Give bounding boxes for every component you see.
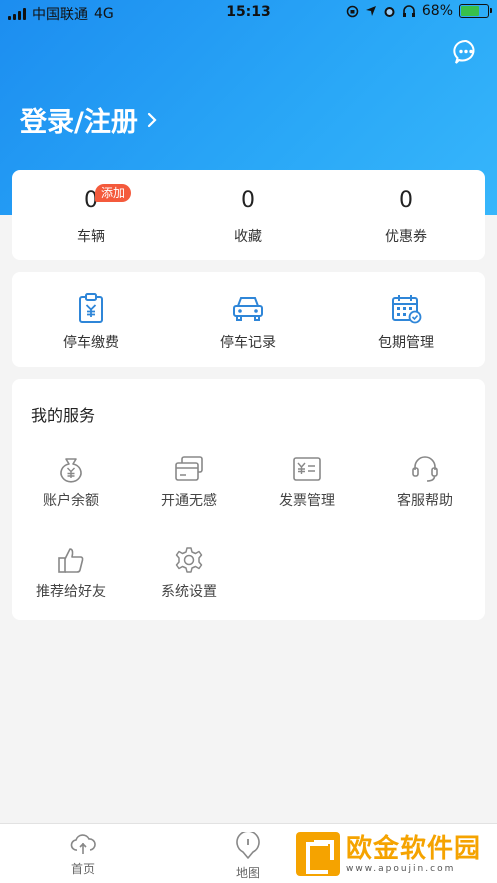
services-title: 我的服务 xyxy=(31,406,96,425)
battery-percent: 68% xyxy=(421,3,453,19)
lock-rotation-icon xyxy=(346,5,359,17)
login-register-link[interactable]: 登录/注册 xyxy=(20,100,158,139)
battery-icon xyxy=(459,4,492,18)
invoice-icon xyxy=(293,457,321,481)
status-bar: 中国联通 4G 15:13 68% xyxy=(0,0,497,26)
headphones-icon xyxy=(402,4,415,17)
stat-value: 0 xyxy=(241,188,255,213)
card-icon xyxy=(175,456,203,481)
quick-action-subscription[interactable]: 包期管理 xyxy=(346,292,466,352)
home-icon xyxy=(70,834,96,854)
service-invoice-management[interactable]: 发票管理 xyxy=(252,454,362,510)
map-pin-icon xyxy=(236,832,260,859)
watermark: 欧金软件园 www.apoujin.com xyxy=(296,829,492,879)
my-services-card: 我的服务 账户余额 开通无感 发票管理 客服帮助 推荐给好友 系统设置 xyxy=(12,379,485,620)
gear-icon xyxy=(175,547,203,573)
watermark-url: www.apoujin.com xyxy=(346,864,456,874)
stat-coupons[interactable]: 0 优惠券 xyxy=(346,186,466,246)
service-label: 推荐给好友 xyxy=(36,584,106,600)
service-label: 开通无感 xyxy=(161,493,217,509)
stat-label: 优惠券 xyxy=(385,229,427,245)
service-label: 系统设置 xyxy=(161,584,217,600)
quick-action-label: 包期管理 xyxy=(378,335,434,351)
service-label: 发票管理 xyxy=(279,493,335,509)
login-label: 登录/注册 xyxy=(20,107,138,138)
service-system-settings[interactable]: 系统设置 xyxy=(134,545,244,601)
parking-fee-icon xyxy=(79,293,103,323)
quick-action-parking-fee[interactable]: 停车缴费 xyxy=(31,292,151,352)
alarm-icon xyxy=(384,6,395,17)
headset-icon xyxy=(412,456,438,482)
service-recommend-friend[interactable]: 推荐给好友 xyxy=(16,545,126,601)
stat-label: 收藏 xyxy=(234,229,262,245)
service-open-seamless[interactable]: 开通无感 xyxy=(134,454,244,510)
service-label: 账户余额 xyxy=(43,493,99,509)
chat-bubble-icon[interactable] xyxy=(452,38,480,66)
stat-label: 车辆 xyxy=(77,229,105,245)
money-bag-icon xyxy=(60,458,82,483)
stat-favorites[interactable]: 0 收藏 xyxy=(188,186,308,246)
service-label: 客服帮助 xyxy=(397,493,453,509)
tab-label: 首页 xyxy=(70,862,95,876)
watermark-logo xyxy=(296,832,340,876)
quick-action-parking-records[interactable]: 停车记录 xyxy=(188,292,308,352)
tab-map[interactable]: 地图 xyxy=(208,832,288,881)
add-vehicle-badge[interactable]: 添加 xyxy=(95,184,132,202)
service-customer-help[interactable]: 客服帮助 xyxy=(370,454,480,510)
service-account-balance[interactable]: 账户余额 xyxy=(16,454,126,510)
watermark-name: 欧金软件园 xyxy=(346,834,482,864)
stat-vehicles[interactable]: 0 车辆 xyxy=(31,186,151,246)
quick-action-label: 停车记录 xyxy=(220,335,276,351)
quick-action-label: 停车缴费 xyxy=(63,335,119,351)
location-icon xyxy=(365,6,376,16)
car-icon xyxy=(233,297,263,321)
thumbs-up-icon xyxy=(58,548,84,573)
stat-value: 0 xyxy=(84,188,98,213)
stat-value: 0 xyxy=(399,188,413,213)
chevron-right-icon xyxy=(147,112,157,127)
tab-home[interactable]: 首页 xyxy=(43,832,123,877)
tab-label: 地图 xyxy=(235,866,260,880)
calendar-icon xyxy=(392,295,422,324)
stats-card: 0 车辆 添加 0 收藏 0 优惠券 xyxy=(12,170,485,260)
quick-actions-card: 停车缴费 停车记录 包期管理 xyxy=(12,272,485,367)
